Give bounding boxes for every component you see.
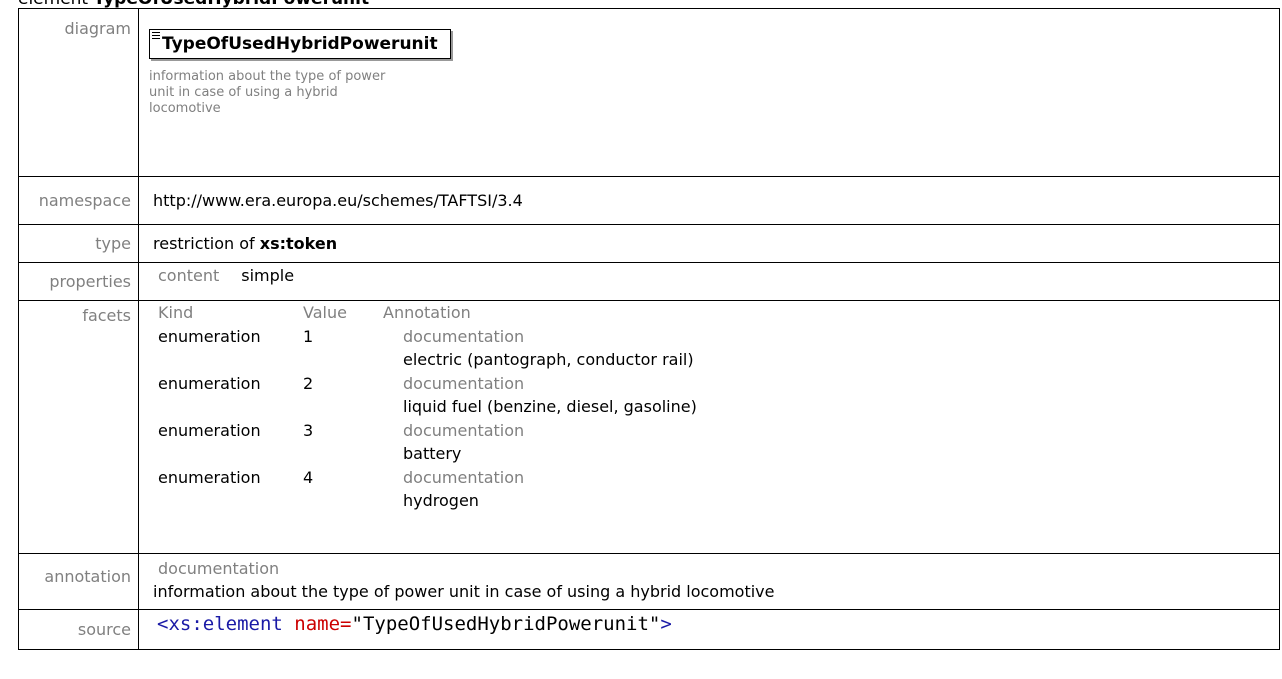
source-tag-close: > xyxy=(660,613,672,635)
row-annotation: annotation documentation information abo… xyxy=(18,553,1280,610)
facets-header-annotation: Annotation xyxy=(383,303,471,322)
property-value: simple xyxy=(241,266,295,285)
label-properties: properties xyxy=(18,262,139,301)
facet-kind: enumeration xyxy=(158,373,261,393)
row-diagram: diagram TypeOfUsedHybridPowerunit inform… xyxy=(18,8,1280,177)
annotation-doc-label: documentation xyxy=(158,559,280,578)
diagram-documentation: information about the type of power unit… xyxy=(149,69,386,116)
facet-row: enumeration 1 documentation electric (pa… xyxy=(153,325,1279,372)
facets-header-kind: Kind xyxy=(158,303,194,322)
facet-row: enumeration 3 documentation battery xyxy=(153,419,1279,466)
facet-annotation: documentation battery xyxy=(403,419,823,466)
list-icon xyxy=(152,32,160,41)
element-table: diagram TypeOfUsedHybridPowerunit inform… xyxy=(18,8,1280,650)
label-facets: facets xyxy=(18,300,139,554)
row-type: type restriction of xs:token xyxy=(18,224,1280,263)
properties-table: content simple xyxy=(153,266,1279,285)
label-type: type xyxy=(18,224,139,263)
facet-row: enumeration 4 documentation hydrogen xyxy=(153,466,1279,513)
property-key: content xyxy=(158,266,220,285)
diagram-element-box[interactable]: TypeOfUsedHybridPowerunit xyxy=(149,29,451,59)
facet-doc-label: documentation xyxy=(403,467,525,487)
source-attr-value: "TypeOfUsedHybridPowerunit" xyxy=(351,613,661,635)
source-code: <xs:element name="TypeOfUsedHybridPoweru… xyxy=(153,613,1279,635)
row-facets: facets Kind Value Annotation enumeration… xyxy=(18,300,1280,554)
facets-header-value: Value xyxy=(303,303,347,322)
facet-annotation: documentation hydrogen xyxy=(403,466,823,513)
label-namespace: namespace xyxy=(18,176,139,225)
row-namespace: namespace http://www.era.europa.eu/schem… xyxy=(18,176,1280,225)
facet-doc-text: battery xyxy=(403,444,462,463)
label-annotation: annotation xyxy=(18,553,139,610)
facet-doc-text: liquid fuel (benzine, diesel, gasoline) xyxy=(403,397,697,416)
label-source: source xyxy=(18,609,139,650)
facet-value: 2 xyxy=(303,373,314,393)
diagram-element-name: TypeOfUsedHybridPowerunit xyxy=(162,34,438,54)
facet-row: enumeration 2 documentation liquid fuel … xyxy=(153,372,1279,419)
facet-kind: enumeration xyxy=(158,420,261,440)
source-attr-name: name= xyxy=(294,613,352,635)
facet-value: 4 xyxy=(303,467,314,487)
type-prefix: restriction of xyxy=(153,234,255,253)
label-diagram: diagram xyxy=(18,8,139,177)
source-tag-open: <xs:element xyxy=(157,613,283,635)
facet-annotation: documentation electric (pantograph, cond… xyxy=(403,325,823,372)
type-base-link[interactable]: xs:token xyxy=(260,234,337,253)
facet-annotation: documentation liquid fuel (benzine, dies… xyxy=(403,372,823,419)
facet-doc-text: electric (pantograph, conductor rail) xyxy=(403,350,694,369)
facet-doc-label: documentation xyxy=(403,326,525,346)
facet-doc-label: documentation xyxy=(403,420,525,440)
row-source: source <xs:element name="TypeOfUsedHybri… xyxy=(18,609,1280,650)
row-properties: properties content simple xyxy=(18,262,1280,301)
facet-doc-text: hydrogen xyxy=(403,491,479,510)
facets-header: Kind Value Annotation xyxy=(153,301,1279,325)
facet-kind: enumeration xyxy=(158,326,261,346)
namespace-value: http://www.era.europa.eu/schemes/TAFTSI/… xyxy=(138,176,1280,225)
annotation-doc-text: information about the type of power unit… xyxy=(153,582,775,601)
facet-value: 1 xyxy=(303,326,314,346)
facet-kind: enumeration xyxy=(158,467,261,487)
facet-doc-label: documentation xyxy=(403,373,525,393)
facet-value: 3 xyxy=(303,420,314,440)
